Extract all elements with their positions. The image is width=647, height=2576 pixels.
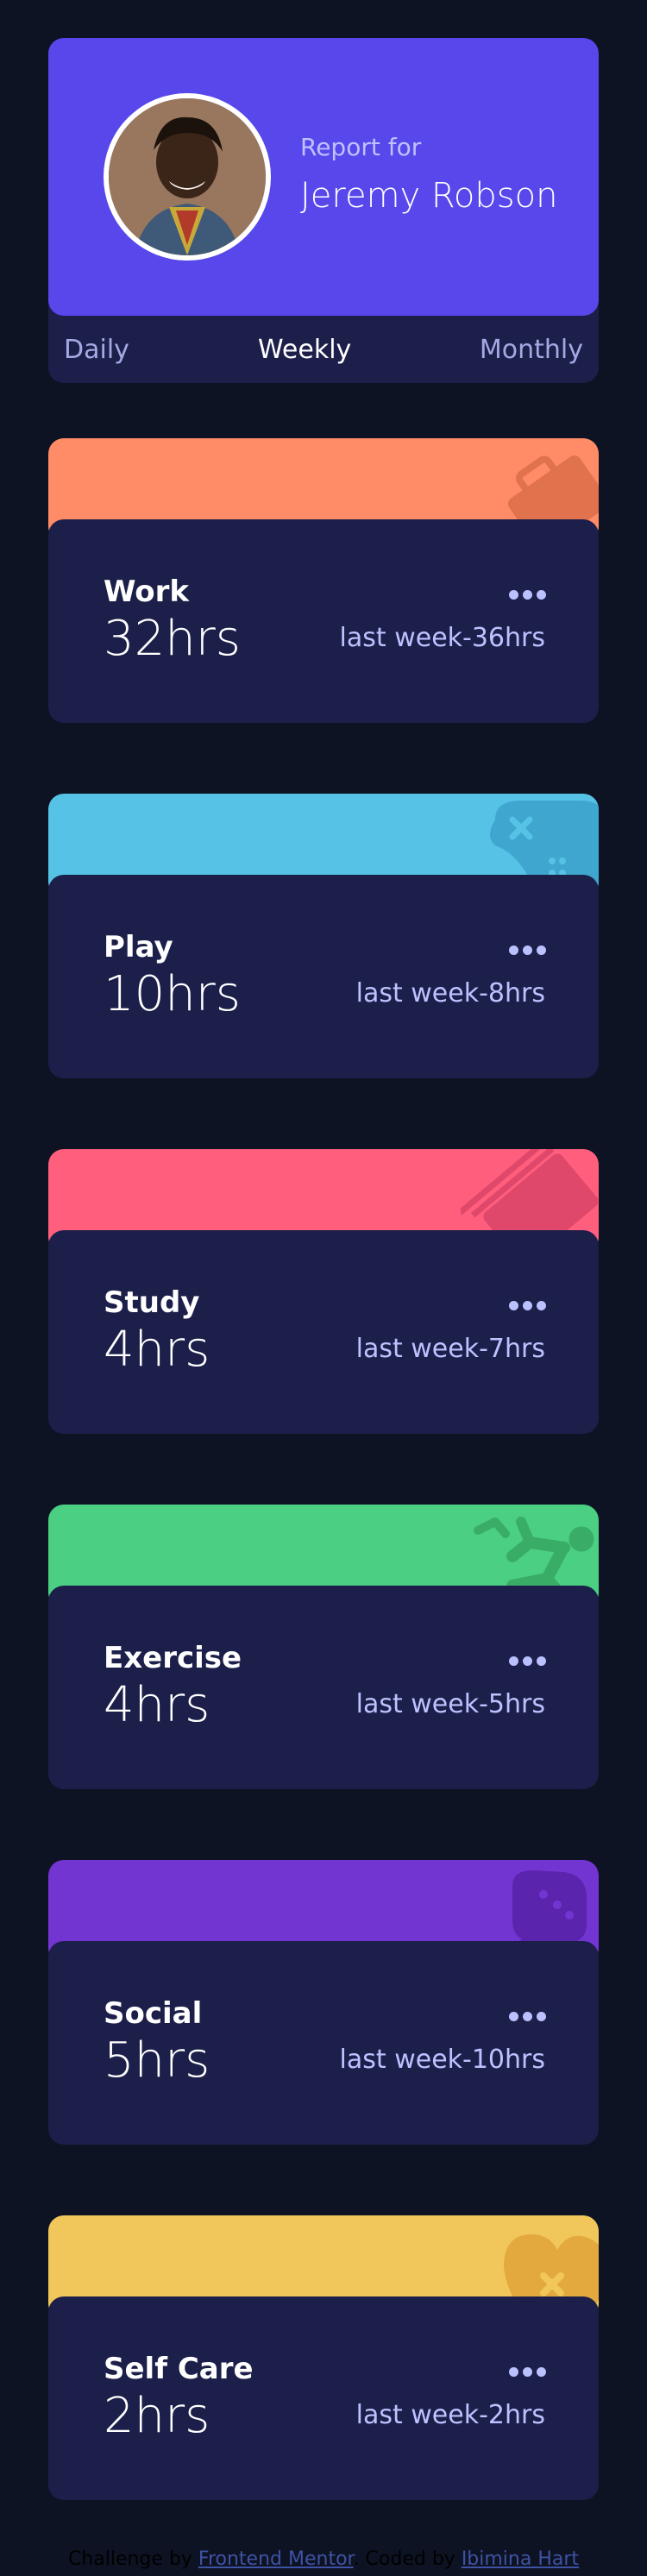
activity-card-social: Social 5hrs last week-10hrs — [48, 1860, 599, 2145]
profile-card: Report for Jeremy Robson Daily Weekly Mo… — [48, 38, 599, 383]
card-hours: 4hrs — [104, 1677, 210, 1733]
attribution-middle: . Coded by — [353, 2548, 455, 2570]
card-hours: 32hrs — [104, 611, 241, 667]
tab-weekly[interactable]: Weekly — [258, 335, 351, 365]
card-hours: 2hrs — [104, 2388, 210, 2444]
frontend-mentor-link[interactable]: Frontend Mentor — [198, 2548, 354, 2570]
card-title: Study — [104, 1285, 200, 1320]
card-previous: last week-36hrs — [339, 623, 545, 653]
activity-card-play: Play 10hrs last week-8hrs — [48, 794, 599, 1078]
card-title: Exercise — [104, 1641, 242, 1675]
card-previous: last week-10hrs — [339, 2045, 545, 2075]
card-body-self-care: Self Care 2hrs last week-2hrs — [48, 2296, 599, 2500]
activity-card-study: Study 4hrs last week-7hrs — [48, 1149, 599, 1434]
tab-daily[interactable]: Daily — [64, 335, 129, 365]
card-body-play: Play 10hrs last week-8hrs — [48, 875, 599, 1078]
ellipsis-icon[interactable] — [509, 2012, 547, 2022]
card-body-study: Study 4hrs last week-7hrs — [48, 1230, 599, 1434]
ellipsis-icon[interactable] — [509, 590, 547, 600]
author-link[interactable]: Ibimina Hart — [462, 2548, 579, 2570]
card-hours: 10hrs — [104, 966, 241, 1022]
ellipsis-icon[interactable] — [509, 1301, 547, 1311]
card-body-exercise: Exercise 4hrs last week-5hrs — [48, 1586, 599, 1789]
card-previous: last week-2hrs — [355, 2400, 545, 2430]
profile-header: Report for Jeremy Robson — [48, 38, 599, 316]
avatar-image — [109, 98, 266, 255]
card-body-work: Work 32hrs last week-36hrs — [48, 519, 599, 723]
report-for-label: Report for — [300, 133, 422, 161]
card-hours: 4hrs — [104, 1322, 210, 1378]
card-body-social: Social 5hrs last week-10hrs — [48, 1941, 599, 2145]
card-previous: last week-5hrs — [355, 1689, 545, 1719]
card-title: Social — [104, 1996, 203, 2031]
attribution-prefix: Challenge by — [67, 2548, 192, 2570]
ellipsis-icon[interactable] — [509, 2367, 547, 2378]
card-title: Work — [104, 575, 190, 609]
activity-card-self-care: Self Care 2hrs last week-2hrs — [48, 2215, 599, 2500]
avatar — [104, 93, 271, 261]
profile-name: Jeremy Robson — [300, 176, 558, 216]
card-title: Play — [104, 930, 173, 964]
card-previous: last week-8hrs — [355, 978, 545, 1008]
ellipsis-icon[interactable] — [509, 1656, 547, 1667]
activity-card-work: Work 32hrs last week-36hrs — [48, 438, 599, 723]
card-title: Self Care — [104, 2352, 254, 2386]
activity-card-exercise: Exercise 4hrs last week-5hrs — [48, 1505, 599, 1789]
card-previous: last week-7hrs — [355, 1334, 545, 1364]
ellipsis-icon[interactable] — [509, 946, 547, 956]
attribution: Challenge by Frontend Mentor. Coded by I… — [0, 2548, 647, 2570]
tab-monthly[interactable]: Monthly — [480, 335, 583, 365]
card-hours: 5hrs — [104, 2033, 210, 2089]
